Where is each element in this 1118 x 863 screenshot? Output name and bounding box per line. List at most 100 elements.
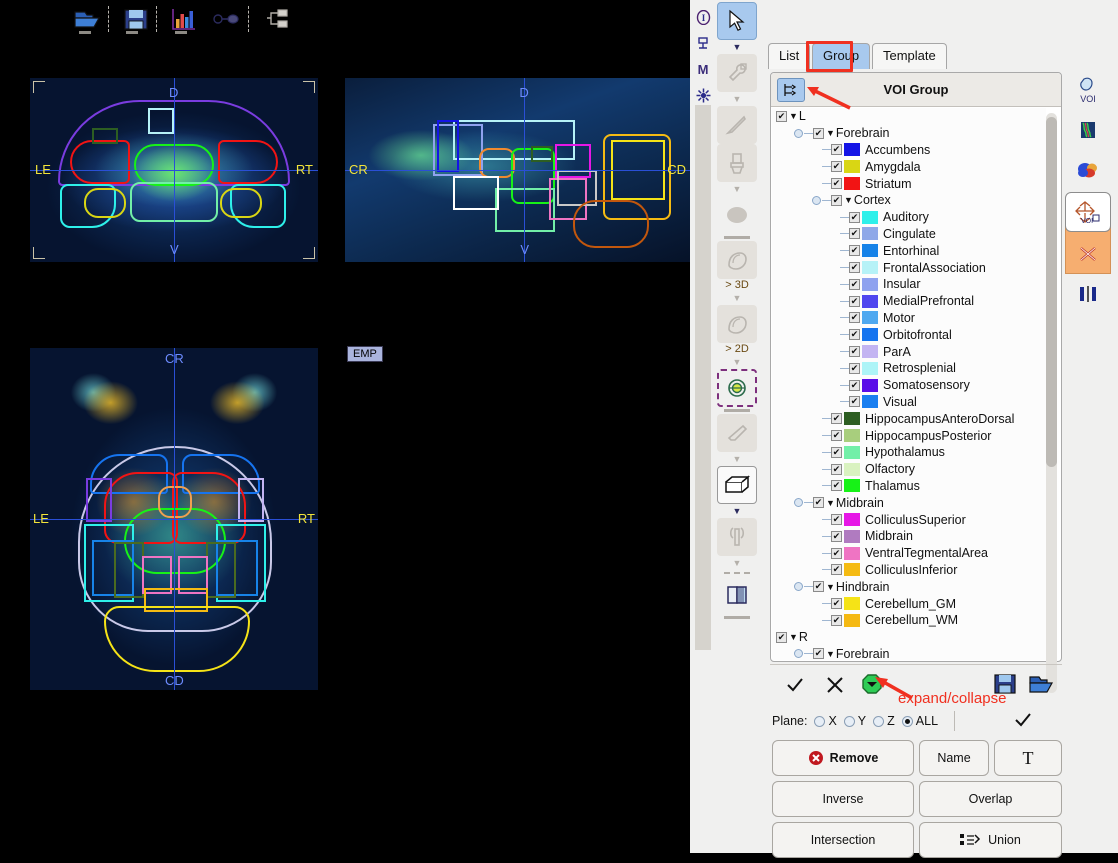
info-icon[interactable]: I xyxy=(692,4,714,30)
emp-button[interactable]: EMP xyxy=(347,346,383,362)
tree-checkbox[interactable]: ✔ xyxy=(831,178,842,190)
tree-node-handle[interactable] xyxy=(794,649,803,659)
tree-row[interactable]: ✔ Striatum xyxy=(772,175,1046,192)
move-voi-icon[interactable]: VOI xyxy=(1065,192,1111,232)
tree-checkbox[interactable]: ✔ xyxy=(849,396,860,408)
tree-row[interactable]: ✔ VentralTegmentalArea xyxy=(772,545,1046,562)
eraser-tool-button[interactable] xyxy=(717,414,757,452)
mirror-tool-button[interactable] xyxy=(717,518,757,556)
tree-row[interactable]: ✔ Orbitofrontal xyxy=(772,326,1046,343)
split-view-tool-button[interactable] xyxy=(717,576,757,614)
brush-tool-dropdown[interactable]: ▼ xyxy=(717,182,757,196)
tree-row[interactable]: ✔ Hypothalamus xyxy=(772,444,1046,461)
cube-tool-button[interactable] xyxy=(717,466,757,504)
tree-row[interactable]: ✔ MedialPrefrontal xyxy=(772,293,1046,310)
branch-icon[interactable] xyxy=(260,4,296,34)
tree-checkbox[interactable]: ✔ xyxy=(849,278,860,290)
plane-radio-y[interactable] xyxy=(843,715,855,727)
overlap-button[interactable]: Overlap xyxy=(919,781,1062,817)
plane-radio-z[interactable] xyxy=(873,715,885,727)
sagittal-slice-view[interactable]: D V CR CD xyxy=(345,78,690,262)
voi-color-swatch[interactable] xyxy=(844,513,860,527)
pin-icon[interactable] xyxy=(208,4,244,34)
wrench-tool-button[interactable] xyxy=(717,54,757,92)
tree-row[interactable]: ✔ ColliculusInferior xyxy=(772,562,1046,579)
voi-color-swatch[interactable] xyxy=(844,462,860,476)
tree-row[interactable]: ✔ ▼ Forebrain xyxy=(772,646,1046,660)
open-folder-icon[interactable] xyxy=(70,4,106,34)
tree-row[interactable]: ✔ Olfactory xyxy=(772,461,1046,478)
tree-checkbox[interactable]: ✔ xyxy=(831,144,842,156)
voi-color-swatch[interactable] xyxy=(844,445,860,459)
plane-apply-check-icon[interactable] xyxy=(1013,712,1033,731)
tree-row[interactable]: ✔ ▼ R xyxy=(772,629,1046,646)
image-viewer[interactable]: D V LE RT D V CR CD CR CD LE RT EMP xyxy=(0,0,690,853)
tree-checkbox[interactable]: ✔ xyxy=(849,262,860,274)
voi-color-swatch[interactable] xyxy=(862,361,878,375)
chevron-down-icon[interactable]: ▼ xyxy=(826,498,835,508)
tree-checkbox[interactable]: ✔ xyxy=(849,346,860,358)
voi-tree[interactable]: ✔ ▼ L ✔ ▼ Forebrain ✔ Accumbens ✔ Amygdala ✔ Striat… xyxy=(772,108,1046,660)
palette-sphere-icon[interactable] xyxy=(1065,150,1111,190)
tree-row[interactable]: ✔ Motor xyxy=(772,310,1046,327)
tree-node-handle[interactable] xyxy=(794,498,803,508)
m-icon[interactable]: M xyxy=(692,56,714,82)
voi-color-swatch[interactable] xyxy=(862,261,878,275)
axial-slice-view[interactable]: CR CD LE RT xyxy=(30,348,318,690)
tree-row[interactable]: ✔ Thalamus xyxy=(772,478,1046,495)
tree-checkbox[interactable]: ✔ xyxy=(776,631,787,643)
tree-checkbox[interactable]: ✔ xyxy=(813,127,824,139)
save-disk-icon[interactable] xyxy=(118,4,154,34)
tree-checkbox[interactable]: ✔ xyxy=(849,312,860,324)
mirror-tool-dropdown[interactable]: ▼ xyxy=(717,556,757,570)
confirm-check-icon[interactable] xyxy=(784,674,806,696)
voi-color-swatch[interactable] xyxy=(844,412,860,426)
voi-color-swatch[interactable] xyxy=(844,529,860,543)
tab-list[interactable]: List xyxy=(768,43,811,69)
chevron-down-icon[interactable]: ▼ xyxy=(826,582,835,592)
voi-icon[interactable]: VOI xyxy=(1065,70,1111,110)
brush-tool-button[interactable] xyxy=(717,144,757,182)
voi-color-swatch[interactable] xyxy=(844,597,860,610)
tree-checkbox[interactable]: ✔ xyxy=(849,228,860,240)
voi-color-swatch[interactable] xyxy=(844,479,860,493)
voi-color-swatch[interactable] xyxy=(844,143,860,157)
tree-row[interactable]: ✔ Entorhinal xyxy=(772,242,1046,259)
tree-checkbox[interactable]: ✔ xyxy=(849,329,860,341)
voi-color-swatch[interactable] xyxy=(862,328,878,342)
tree-checkbox[interactable]: ✔ xyxy=(831,598,842,609)
voi-color-swatch[interactable] xyxy=(862,244,878,258)
tree-row[interactable]: ✔ HippocampusAnteroDorsal xyxy=(772,410,1046,427)
cube-tool-dropdown[interactable]: ▼ xyxy=(717,504,757,518)
voi-color-swatch[interactable] xyxy=(862,378,878,392)
tree-checkbox[interactable]: ✔ xyxy=(849,295,860,307)
voi-color-swatch[interactable] xyxy=(862,311,878,325)
pointer-tool-dropdown[interactable]: ▼ xyxy=(717,40,757,54)
tree-row[interactable]: ✔ FrontalAssociation xyxy=(772,259,1046,276)
cancel-x-icon[interactable] xyxy=(824,674,846,696)
open-folder-icon[interactable] xyxy=(1028,672,1056,696)
tree-row[interactable]: ✔ Amygdala xyxy=(772,158,1046,175)
tree-row[interactable]: ✔ Somatosensory xyxy=(772,377,1046,394)
blob-tool-button[interactable] xyxy=(717,196,757,234)
voi-color-swatch[interactable] xyxy=(844,160,860,174)
chevron-down-icon[interactable]: ▼ xyxy=(844,195,853,205)
tab-template[interactable]: Template xyxy=(872,43,947,69)
clamp-icon[interactable] xyxy=(692,30,714,56)
tree-row[interactable]: ✔ Midbrain xyxy=(772,528,1046,545)
tree-checkbox[interactable]: ✔ xyxy=(831,446,842,458)
tree-scrollbar[interactable] xyxy=(1046,113,1057,693)
chevron-down-icon[interactable]: ▼ xyxy=(789,632,798,642)
tree-checkbox[interactable]: ✔ xyxy=(813,497,824,509)
colormap-icon[interactable] xyxy=(1065,110,1111,150)
tree-checkbox[interactable]: ✔ xyxy=(831,514,842,526)
tree-checkbox[interactable]: ✔ xyxy=(831,161,842,173)
tree-row[interactable]: ✔ ColliculusSuperior xyxy=(772,511,1046,528)
tree-row[interactable]: ✔ ▼ Hindbrain xyxy=(772,578,1046,595)
tree-checkbox[interactable]: ✔ xyxy=(849,362,860,374)
tree-row[interactable]: ✔ ParA xyxy=(772,343,1046,360)
chevron-down-icon[interactable]: ▼ xyxy=(826,649,835,659)
region-3d-tool-button[interactable] xyxy=(717,241,757,279)
plane-radio-all[interactable] xyxy=(901,715,913,727)
chart-bar-icon[interactable] xyxy=(166,4,202,34)
